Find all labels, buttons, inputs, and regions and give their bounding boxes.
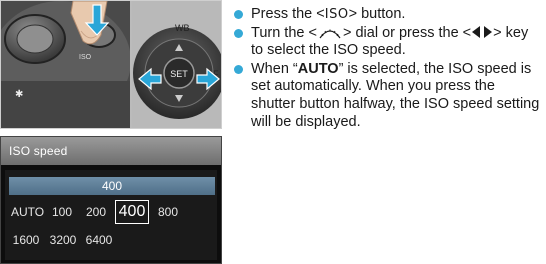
- bullet-icon: [234, 10, 243, 19]
- step1-pre: Press the <: [251, 6, 325, 22]
- iso-option-1600[interactable]: 1600: [11, 229, 41, 251]
- svg-text:ISO: ISO: [79, 54, 92, 61]
- svg-text:✱: ✱: [15, 89, 23, 100]
- bullet-icon: [234, 64, 243, 74]
- instruction-step-1: Press the <ISO> button.: [232, 6, 542, 24]
- screen-title: ISO speed: [1, 137, 221, 165]
- iso-speed-screen: ISO speed 400 AUTO 100 200 400 800 1600 …: [0, 136, 222, 264]
- main-dial-icon: [319, 29, 341, 38]
- camera-illustration: ISO ✱ SET WB AF: [1, 1, 221, 128]
- iso-option-6400[interactable]: 6400: [83, 229, 115, 251]
- current-iso-value: 400: [9, 177, 215, 195]
- instruction-step-3: When “AUTO” is selected, the ISO speed i…: [232, 61, 542, 131]
- iso-button-icon: ISO: [324, 7, 349, 22]
- step3-auto-bold: AUTO: [297, 60, 339, 77]
- iso-option-200[interactable]: 200: [83, 201, 109, 223]
- iso-option-auto[interactable]: AUTO: [11, 201, 44, 223]
- camera-top-photo: ISO ✱ SET WB AF: [0, 0, 222, 129]
- set-button-label: SET: [170, 69, 188, 79]
- iso-option-100[interactable]: 100: [49, 201, 75, 223]
- wb-label: WB: [175, 23, 190, 33]
- bullet-icon: [234, 28, 243, 38]
- cross-keys-left-right-icon: [472, 25, 493, 38]
- step3-pre: When “: [251, 60, 298, 77]
- instruction-list: Press the <ISO> button. Turn the < > dial…: [232, 6, 542, 132]
- iso-option-3200[interactable]: 3200: [47, 229, 79, 251]
- iso-option-400-selected[interactable]: 400: [115, 200, 149, 224]
- step2-mid: > dial or press the <: [342, 24, 472, 41]
- iso-option-800[interactable]: 800: [155, 201, 181, 223]
- step1-post: > button.: [348, 6, 406, 22]
- instruction-step-2: Turn the < > dial or press the < > key to …: [232, 25, 542, 60]
- step2-pre: Turn the <: [251, 24, 317, 41]
